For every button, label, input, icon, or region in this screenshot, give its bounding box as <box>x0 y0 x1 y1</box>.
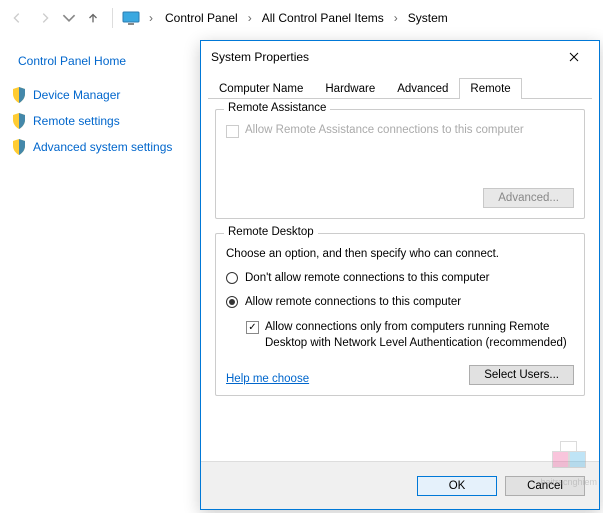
group-remote-assistance: Remote Assistance Allow Remote Assistanc… <box>215 109 585 219</box>
checkbox-icon <box>246 321 259 334</box>
sidebar-home-link[interactable]: Control Panel Home <box>10 48 190 82</box>
up-arrow-icon[interactable] <box>82 7 104 29</box>
back-arrow-icon[interactable] <box>6 7 28 29</box>
checkbox-allow-remote-assistance: Allow Remote Assistance connections to t… <box>226 124 574 138</box>
close-button[interactable] <box>559 43 589 71</box>
forward-arrow-icon[interactable] <box>34 7 56 29</box>
shield-icon <box>12 87 26 103</box>
group-title: Remote Assistance <box>224 102 330 114</box>
crumb-item[interactable]: System <box>404 9 452 27</box>
radio-icon <box>226 272 238 284</box>
monitor-icon[interactable] <box>121 10 141 26</box>
tab-advanced[interactable]: Advanced <box>386 78 459 99</box>
chevron-right-icon[interactable]: › <box>147 11 155 25</box>
radio-label: Allow remote connections to this compute… <box>245 296 461 308</box>
checkbox-nla[interactable]: Allow connections only from computers ru… <box>246 320 574 351</box>
chevron-right-icon[interactable]: › <box>392 11 400 25</box>
ok-button[interactable]: OK <box>417 476 497 496</box>
select-users-button[interactable]: Select Users... <box>469 365 574 385</box>
radio-allow[interactable]: Allow remote connections to this compute… <box>226 296 574 308</box>
group-description: Choose an option, and then specify who c… <box>226 248 574 260</box>
tab-strip: Computer Name Hardware Advanced Remote <box>208 77 592 99</box>
shield-icon <box>12 113 26 129</box>
sidebar: Control Panel Home Device Manager Remote… <box>10 48 190 160</box>
sidebar-item-label: Device Manager <box>33 88 120 102</box>
tab-remote[interactable]: Remote <box>459 78 521 99</box>
advanced-button: Advanced... <box>483 188 574 208</box>
cancel-button[interactable]: Cancel <box>505 476 585 496</box>
checkbox-label: Allow connections only from computers ru… <box>265 320 574 351</box>
radio-icon <box>226 296 238 308</box>
sidebar-item-label: Remote settings <box>33 114 120 128</box>
checkbox-icon <box>226 125 239 138</box>
crumb-item[interactable]: All Control Panel Items <box>258 9 388 27</box>
help-me-choose-link[interactable]: Help me choose <box>226 373 309 385</box>
separator <box>112 8 113 28</box>
system-properties-dialog: System Properties Computer Name Hardware… <box>200 40 600 510</box>
address-bar: › Control Panel › All Control Panel Item… <box>0 0 603 36</box>
sidebar-item-device-manager[interactable]: Device Manager <box>10 82 190 108</box>
dialog-footer: OK Cancel <box>201 461 599 509</box>
chevron-right-icon[interactable]: › <box>246 11 254 25</box>
dropdown-arrow-icon[interactable] <box>62 7 76 29</box>
dialog-title: System Properties <box>211 50 309 64</box>
checkbox-label: Allow Remote Assistance connections to t… <box>245 124 524 136</box>
radio-label: Don't allow remote connections to this c… <box>245 272 489 284</box>
tab-panel-remote: Remote Assistance Allow Remote Assistanc… <box>201 99 599 461</box>
sidebar-item-advanced-system-settings[interactable]: Advanced system settings <box>10 134 190 160</box>
shield-icon <box>12 139 26 155</box>
group-remote-desktop: Remote Desktop Choose an option, and the… <box>215 233 585 396</box>
sidebar-item-remote-settings[interactable]: Remote settings <box>10 108 190 134</box>
tab-computer-name[interactable]: Computer Name <box>208 78 314 99</box>
group-title: Remote Desktop <box>224 226 318 238</box>
radio-dont-allow[interactable]: Don't allow remote connections to this c… <box>226 272 574 284</box>
crumb-item[interactable]: Control Panel <box>161 9 242 27</box>
title-bar: System Properties <box>201 41 599 73</box>
breadcrumb: Control Panel › All Control Panel Items … <box>161 9 452 27</box>
tab-hardware[interactable]: Hardware <box>314 78 386 99</box>
sidebar-item-label: Advanced system settings <box>33 140 172 154</box>
